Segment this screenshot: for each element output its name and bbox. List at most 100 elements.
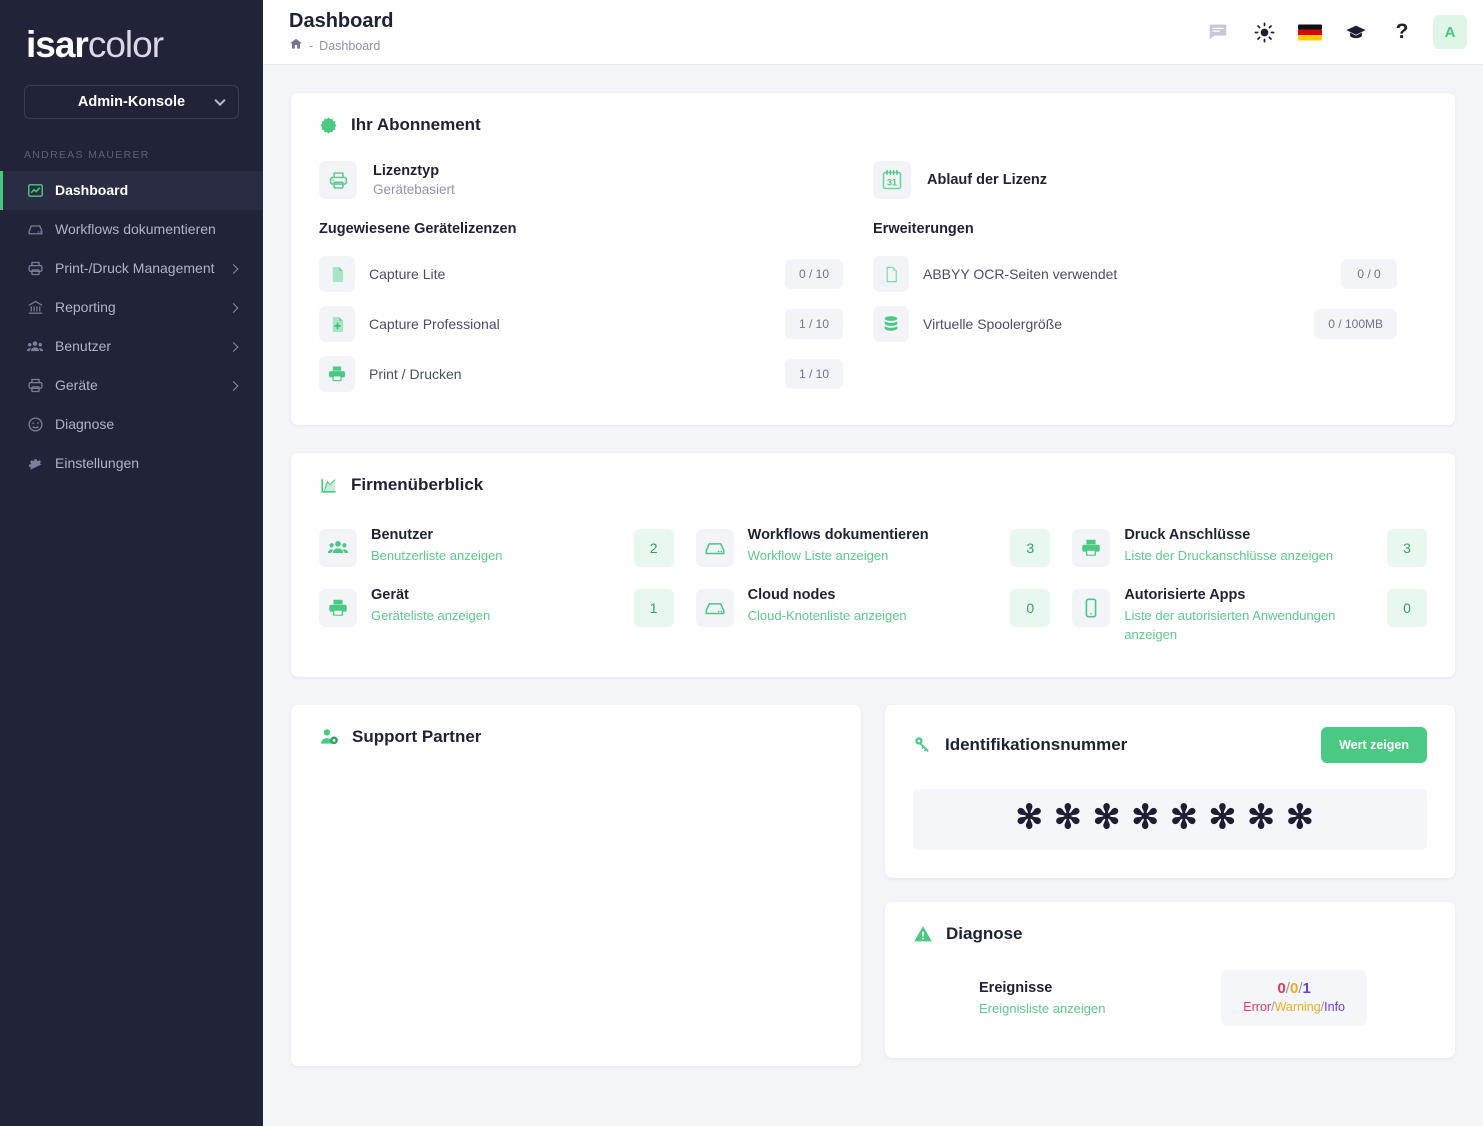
key-icon [913, 735, 932, 754]
overview-item-texts: Gerät Geräteliste anzeigen [371, 587, 634, 626]
sun-icon[interactable] [1243, 10, 1285, 54]
sidebar-item-label: Workflows dokumentieren [55, 221, 216, 239]
german-flag-icon[interactable] [1289, 10, 1331, 54]
diagnostics-labels: Error/Warning/Info [1243, 1000, 1345, 1014]
diagnostics-warning-label: Warning [1275, 1000, 1321, 1014]
license-name: Capture Professional [369, 316, 785, 332]
app-logo: isarcolor [0, 14, 263, 63]
license-count: 1 / 10 [785, 309, 843, 339]
users-icon [24, 338, 46, 356]
sidebar-user-label: ANDREAS MAUERER [24, 149, 263, 161]
sidebar-item-label: Benutzer [55, 338, 111, 356]
sidebar-item-label: Diagnose [55, 416, 114, 434]
home-icon[interactable] [289, 37, 303, 54]
license-count: 1 / 10 [785, 359, 843, 389]
top-bar: Dashboard - Dashboard [263, 0, 1483, 65]
company-overview-card: Firmenüberblick [291, 453, 1455, 677]
mobile-icon [1072, 589, 1110, 627]
license-expiry-block: 31 Ablauf der Lizenz [873, 161, 1397, 199]
overview-item-link[interactable]: Benutzerliste anzeigen [371, 547, 624, 566]
logo-bold-part: isar [26, 24, 88, 65]
sidebar-nav: Dashboard Workflows dokumentieren [0, 171, 263, 483]
diagnostics-error-label: Error [1243, 1000, 1271, 1014]
document-outline-icon [873, 256, 909, 292]
bottom-left-column: Support Partner [291, 705, 861, 1066]
dashboard-content: Ihr Abonnement [263, 65, 1483, 1126]
overview-item-cloud-nodes[interactable]: Cloud nodes Cloud-Knotenliste anzeigen 0 [696, 581, 1051, 651]
sidebar-item-print-management[interactable]: Print-/Druck Management [0, 249, 263, 288]
license-count: 0 / 10 [785, 259, 843, 289]
sidebar-item-benutzer[interactable]: Benutzer [0, 327, 263, 366]
overview-item-benutzer[interactable]: Benutzer Benutzerliste anzeigen 2 [319, 521, 674, 573]
license-expiry-label: Ablauf der Lizenz [927, 172, 1047, 188]
license-type-label: Lizenztyp [373, 163, 455, 179]
sidebar-item-label: Dashboard [55, 182, 128, 200]
overview-item-count: 0 [1010, 589, 1050, 627]
breadcrumb-current[interactable]: Dashboard [319, 39, 380, 53]
identification-title-text: Identifikationsnummer [945, 735, 1127, 755]
database-icon [873, 306, 909, 342]
diagnostics-events-row: Ereignisse Ereignisliste anzeigen 0/0/1 … [913, 970, 1427, 1032]
breadcrumb: - Dashboard [289, 37, 1197, 54]
bottom-row: Support Partner [291, 705, 1455, 1066]
sidebar-item-label: Reporting [55, 299, 116, 317]
sidebar-item-einstellungen[interactable]: Einstellungen [0, 444, 263, 483]
console-selector[interactable]: Admin-Konsole [24, 85, 239, 119]
overview-item-title: Gerät [371, 587, 624, 603]
avatar[interactable]: A [1433, 15, 1467, 49]
printer-icon [24, 260, 46, 277]
overview-item-link[interactable]: Geräteliste anzeigen [371, 607, 624, 626]
logo-light-part: color [88, 24, 163, 65]
identification-card-title: Identifikationsnummer [913, 735, 1127, 755]
sidebar-item-geraete[interactable]: Geräte [0, 366, 263, 405]
diagnostics-counts: 0/0/1 [1243, 980, 1345, 997]
subscription-columns: Lizenztyp Gerätebasiert Zugewiesene Gerä… [319, 161, 1427, 399]
overview-item-link[interactable]: Liste der Druckanschlüsse anzeigen [1124, 547, 1377, 566]
chevron-down-icon [214, 95, 225, 106]
chat-icon[interactable] [1197, 10, 1239, 54]
workflow-icon [696, 589, 734, 627]
chart-line-icon [24, 182, 46, 199]
diagnostics-info-label: Info [1324, 1000, 1345, 1014]
printer-icon [1072, 529, 1110, 567]
calendar-31-icon: 31 [873, 161, 911, 199]
assigned-licenses-title: Zugewiesene Gerätelizenzen [319, 221, 843, 237]
license-type-texts: Lizenztyp Gerätebasiert [373, 163, 455, 197]
chart-area-icon [319, 476, 338, 495]
overview-item-link[interactable]: Cloud-Knotenliste anzeigen [748, 607, 1001, 626]
document-icon [319, 256, 355, 292]
overview-item-druck-anschluesse[interactable]: Druck Anschlüsse Liste der Druckanschlüs… [1072, 521, 1427, 573]
document-plus-icon [319, 306, 355, 342]
chevron-right-icon [229, 264, 239, 274]
extensions-title: Erweiterungen [873, 221, 1397, 237]
sidebar-item-dashboard[interactable]: Dashboard [0, 171, 263, 210]
overview-item-title: Druck Anschlüsse [1124, 527, 1377, 543]
app-root: isarcolor Admin-Konsole ANDREAS MAUERER … [0, 0, 1483, 1126]
overview-item-autorisierte-apps[interactable]: Autorisierte Apps Liste der autorisierte… [1072, 581, 1427, 651]
company-overview-card-title: Firmenüberblick [319, 475, 1427, 495]
diagnostics-card: Diagnose Ereignisse Ereignisliste anzeig… [885, 902, 1455, 1058]
diagnostics-events-link[interactable]: Ereignisliste anzeigen [979, 1001, 1221, 1016]
license-name: Capture Lite [369, 266, 785, 282]
question-mark-icon[interactable]: ? [1381, 10, 1423, 54]
subscription-card: Ihr Abonnement [291, 93, 1455, 425]
overview-item-geraet[interactable]: Gerät Geräteliste anzeigen 1 [319, 581, 674, 651]
chevron-right-icon [229, 303, 239, 313]
overview-item-link[interactable]: Workflow Liste anzeigen [748, 547, 1001, 566]
sidebar-item-diagnose[interactable]: Diagnose [0, 405, 263, 444]
extension-name: Virtuelle Spoolergröße [923, 316, 1314, 332]
show-value-button[interactable]: Wert zeigen [1321, 727, 1427, 763]
page-title: Dashboard [289, 10, 1197, 33]
sidebar-item-reporting[interactable]: Reporting [0, 288, 263, 327]
diagnostics-info-count: 1 [1302, 980, 1310, 997]
overview-item-workflows[interactable]: Workflows dokumentieren Workflow Liste a… [696, 521, 1051, 573]
support-partner-title-text: Support Partner [352, 727, 481, 747]
badge-star-icon [319, 116, 338, 135]
diagnostics-counts-box: 0/0/1 Error/Warning/Info [1221, 970, 1367, 1026]
diagnostics-error-count: 0 [1277, 980, 1285, 997]
graduation-cap-icon[interactable] [1335, 10, 1377, 54]
overview-item-link[interactable]: Liste der autorisierten Anwendungen anze… [1124, 607, 1377, 645]
sidebar-item-label: Einstellungen [55, 455, 139, 473]
sidebar-item-workflows[interactable]: Workflows dokumentieren [0, 210, 263, 249]
printer-icon [319, 356, 355, 392]
